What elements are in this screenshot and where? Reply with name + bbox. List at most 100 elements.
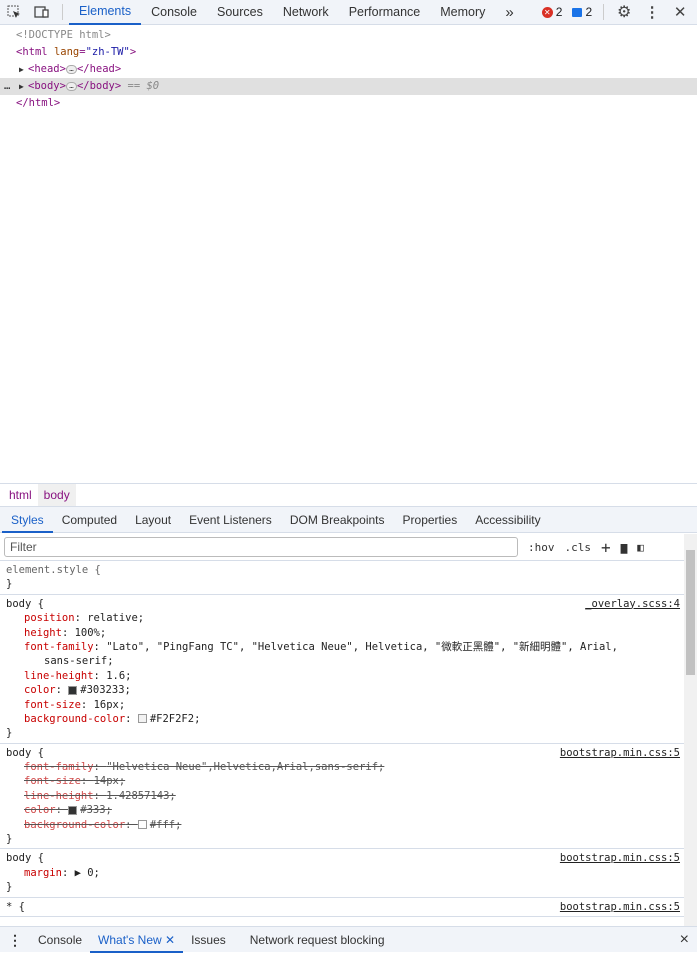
dom-node-body[interactable]: … ▶ <body>… </body> == $0 <box>0 78 697 95</box>
rule-selector[interactable]: body { <box>6 597 684 611</box>
tab-elements[interactable]: Elements <box>69 0 142 25</box>
property-name[interactable]: font-family <box>24 641 94 653</box>
dom-node-head[interactable]: ▶ <head>… </head> <box>0 61 697 78</box>
new-rule-plus-icon[interactable]: + <box>601 538 611 557</box>
inspect-element-icon[interactable] <box>0 0 28 24</box>
drawer-tab-issues[interactable]: Issues <box>183 927 234 953</box>
close-tab-icon[interactable]: ✕ <box>165 933 175 947</box>
property-name[interactable]: font-size <box>24 699 81 711</box>
styles-scrollbar[interactable] <box>684 534 697 926</box>
property-value[interactable]: 1.42857143; <box>106 790 176 802</box>
subtab-layout[interactable]: Layout <box>126 507 180 533</box>
style-property[interactable]: color: #333; <box>6 803 684 817</box>
rule-selector[interactable]: element.style { <box>6 563 684 577</box>
more-tabs-button[interactable]: » <box>495 0 523 25</box>
subtab-dom-breakpoints[interactable]: DOM Breakpoints <box>281 507 394 533</box>
style-property[interactable]: height: 100%; <box>6 626 684 640</box>
rule-source-link[interactable]: bootstrap.min.css:5 <box>560 851 680 865</box>
subtab-event-listeners[interactable]: Event Listeners <box>180 507 281 533</box>
device-toolbar-icon[interactable] <box>28 0 56 24</box>
main-toolbar: Elements Console Sources Network Performance… <box>0 0 697 25</box>
property-value[interactable]: 16px; <box>94 699 126 711</box>
subtab-accessibility[interactable]: Accessibility <box>466 507 549 533</box>
paint-brush-icon[interactable]: ▆ <box>621 541 628 554</box>
breadcrumb-html[interactable]: html <box>3 484 38 506</box>
scrollbar-thumb[interactable] <box>686 550 695 675</box>
color-swatch[interactable] <box>68 685 78 695</box>
color-swatch[interactable] <box>137 820 147 830</box>
style-property[interactable]: font-family: "Helvetica Neue",Helvetica,… <box>6 760 684 774</box>
property-name[interactable]: color <box>24 804 56 816</box>
tab-memory[interactable]: Memory <box>430 0 495 25</box>
property-name[interactable]: margin <box>24 867 62 879</box>
rule-source-link[interactable]: bootstrap.min.css:5 <box>560 900 680 914</box>
cls-button[interactable]: .cls <box>565 541 592 554</box>
error-count-badge[interactable]: ✕ 2 <box>541 5 562 19</box>
style-property[interactable]: background-color: #fff; <box>6 818 684 832</box>
drawer-menu-icon[interactable]: ⋮ <box>0 927 30 953</box>
subtab-computed[interactable]: Computed <box>53 507 126 533</box>
property-name[interactable]: background-color <box>24 713 125 725</box>
ellipsis-button[interactable]: … <box>65 81 77 91</box>
style-property[interactable]: line-height: 1.6; <box>6 669 684 683</box>
style-property[interactable]: font-family: "Lato", "PingFang TC", "Hel… <box>6 640 684 654</box>
property-value[interactable]: #333; <box>80 804 112 816</box>
property-value[interactable]: #303233; <box>80 684 131 696</box>
message-count-badge[interactable]: 2 <box>572 5 592 19</box>
property-value[interactable]: 100%; <box>75 627 107 639</box>
property-name[interactable]: height <box>24 627 62 639</box>
toggle-sidebar-icon[interactable]: ◧ <box>637 541 644 554</box>
rule-source-link[interactable]: _overlay.scss:4 <box>585 597 680 611</box>
filter-input[interactable]: Filter <box>4 537 518 557</box>
rule-source-link[interactable]: bootstrap.min.css:5 <box>560 746 680 760</box>
dom-node-html[interactable]: <html lang="zh-TW"> <box>0 44 697 61</box>
node-actions-icon[interactable]: … <box>4 78 10 95</box>
dom-node-html-close[interactable]: </html> <box>0 95 697 112</box>
color-swatch[interactable] <box>68 805 78 815</box>
property-value[interactable]: 14px; <box>94 775 126 787</box>
property-value[interactable]: "Lato", "PingFang TC", "Helvetica Neue",… <box>106 641 618 653</box>
style-property[interactable]: font-size: 14px; <box>6 774 684 788</box>
expand-triangle-icon[interactable]: ▶ <box>19 78 24 95</box>
tab-console[interactable]: Console <box>141 0 207 25</box>
property-name[interactable]: line-height <box>24 670 94 682</box>
property-value[interactable]: relative; <box>87 612 144 624</box>
style-property[interactable]: font-size: 16px; <box>6 698 684 712</box>
property-name[interactable]: background-color <box>24 819 125 831</box>
dom-node-doctype[interactable]: <!DOCTYPE html> <box>0 27 697 44</box>
property-value[interactable]: #F2F2F2; <box>150 713 201 725</box>
close-drawer-icon[interactable]: × <box>672 927 697 953</box>
expand-triangle-icon[interactable]: ▶ <box>19 61 24 78</box>
property-name[interactable]: font-size <box>24 775 81 787</box>
more-options-icon[interactable]: ⋮ <box>638 0 666 24</box>
tab-network[interactable]: Network <box>273 0 339 25</box>
property-value[interactable]: #fff; <box>150 819 182 831</box>
hov-button[interactable]: :hov <box>528 541 555 554</box>
style-property[interactable]: margin: ▶ 0; <box>6 866 684 880</box>
subtab-properties[interactable]: Properties <box>394 507 467 533</box>
settings-gear-icon[interactable]: ⚙ <box>610 0 638 24</box>
color-swatch[interactable] <box>137 714 147 724</box>
tab-sources[interactable]: Sources <box>207 0 273 25</box>
property-value[interactable]: 1.6; <box>106 670 131 682</box>
message-count: 2 <box>585 5 593 19</box>
property-name[interactable]: line-height <box>24 790 94 802</box>
property-name[interactable]: font-family <box>24 761 94 773</box>
drawer-tab-whats-new[interactable]: What's New ✕ <box>90 927 184 953</box>
style-property[interactable]: position: relative; <box>6 611 684 625</box>
drawer-tab-console[interactable]: Console <box>30 927 90 953</box>
subtab-styles[interactable]: Styles <box>2 507 53 533</box>
tab-performance[interactable]: Performance <box>339 0 431 25</box>
close-devtools-icon[interactable]: ✕ <box>666 0 694 24</box>
ellipsis-button[interactable]: … <box>65 64 77 74</box>
property-value[interactable]: ▶ 0; <box>75 867 100 879</box>
property-name[interactable]: position <box>24 612 75 624</box>
property-name[interactable]: color <box>24 684 56 696</box>
style-property[interactable]: background-color: #F2F2F2; <box>6 712 684 726</box>
drawer-tab-network-request-blocking[interactable]: Network request blocking <box>242 927 393 953</box>
selected-marker: == $0 <box>121 80 160 92</box>
style-property[interactable]: color: #303233; <box>6 683 684 697</box>
style-property[interactable]: line-height: 1.42857143; <box>6 789 684 803</box>
property-value[interactable]: "Helvetica Neue",Helvetica,Arial,sans-se… <box>106 761 384 773</box>
breadcrumb-body[interactable]: body <box>37 484 76 506</box>
